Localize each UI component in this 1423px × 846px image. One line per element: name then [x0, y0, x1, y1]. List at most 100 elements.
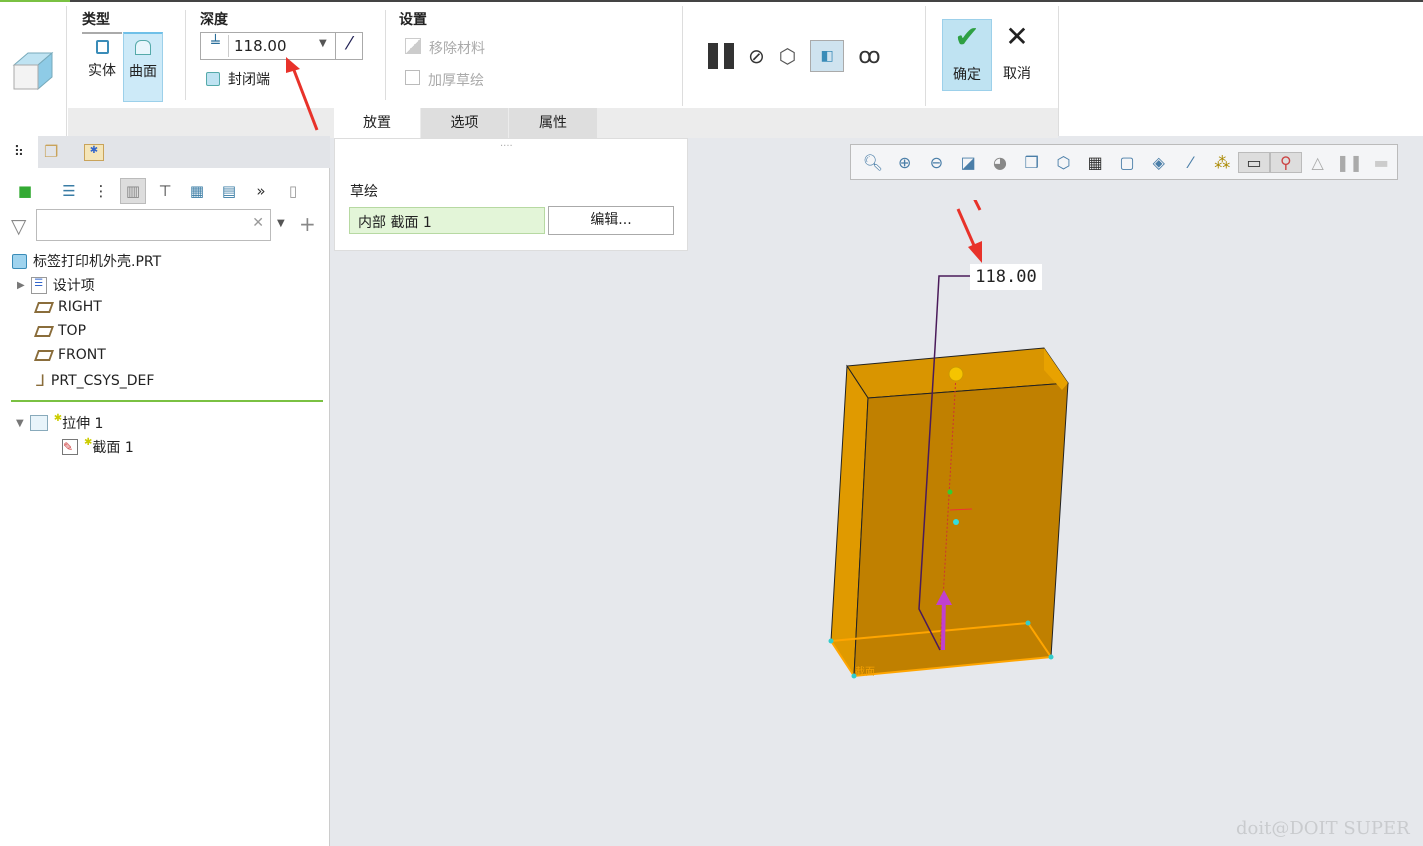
preview-icon[interactable]: ⬡: [779, 44, 796, 68]
clear-icon[interactable]: ✕: [252, 215, 264, 231]
datum-plane-icon: [33, 349, 55, 361]
edit-sketch-button[interactable]: 编辑...: [548, 206, 674, 235]
tree-filter-icon[interactable]: ⊤: [152, 178, 178, 204]
tree-item-right[interactable]: RIGHT: [33, 299, 102, 315]
tree-columns-icon[interactable]: ▦: [184, 178, 210, 204]
expand-tree-icon[interactable]: ☰: [56, 178, 82, 204]
filter-dropdown-icon[interactable]: ▼: [277, 218, 285, 229]
tree-item-label: 截面 1: [92, 440, 134, 456]
depth-dropdown-icon[interactable]: ▼: [319, 38, 327, 49]
favorites-tab[interactable]: ✱: [84, 144, 104, 161]
tree-search-input[interactable]: ✕: [36, 209, 271, 241]
ribbon: 类型 实体 曲面 深度 ╧ 118.00 ▼ ⁄ 封闭端 设置 移除材料 加厚草…: [0, 0, 1423, 138]
section-tag: 截面: [855, 667, 875, 678]
tree-item-design-items[interactable]: ▶ ☰ 设计项: [17, 275, 95, 295]
details-icon[interactable]: ▯: [280, 178, 306, 204]
tree-root-label: 标签打印机外壳.PRT: [33, 254, 162, 270]
add-filter-icon[interactable]: +: [299, 212, 316, 236]
collapse-arrow-icon[interactable]: ▼: [16, 418, 24, 429]
simulation-icon[interactable]: ▬: [1365, 153, 1397, 172]
capped-ends-option[interactable]: 封闭端: [206, 69, 270, 89]
tree-item-extrude[interactable]: ▼ ✱拉伸 1: [16, 413, 103, 433]
sketch-icon: ✎: [62, 439, 78, 455]
insert-indicator[interactable]: [11, 400, 323, 402]
named-views-icon[interactable]: ▢: [1111, 153, 1143, 172]
solid-button[interactable]: 实体: [82, 32, 122, 102]
csys-origin: [953, 519, 959, 525]
model-tree-tab[interactable]: ⠷: [0, 136, 38, 168]
thicken-sketch-checkbox[interactable]: [405, 70, 420, 85]
columns-icon[interactable]: ▥: [120, 178, 146, 204]
ok-label: 确定: [953, 67, 981, 83]
model-tree-panel: ⠷ ❐ ✱ ■ ☰ ⋮ ▥ ⊤ ▦ ▤ » ▯ ▽ ✕ ▼ + 标签打印机外壳.…: [0, 136, 330, 846]
appearance-icon[interactable]: ▦: [1079, 153, 1111, 172]
view-manager-icon[interactable]: ⬡: [1048, 153, 1080, 172]
tree-root[interactable]: 标签打印机外壳.PRT: [12, 251, 161, 271]
surface-button[interactable]: 曲面: [123, 32, 163, 102]
depth-value-input[interactable]: 118.00: [234, 37, 287, 55]
depth-group-title: 深度: [200, 12, 228, 28]
saved-orientations-icon[interactable]: ❒: [1016, 153, 1048, 172]
no-preview-icon[interactable]: ⊘: [748, 44, 765, 68]
datum-display-icon[interactable]: ⁄: [1175, 153, 1207, 172]
cancel-label: 取消: [1003, 66, 1031, 82]
tab-placement[interactable]: 放置: [334, 108, 420, 138]
ok-button[interactable]: ✔ 确定: [942, 19, 992, 91]
tab-properties[interactable]: 属性: [509, 108, 597, 138]
blind-depth-icon[interactable]: ╧: [203, 35, 229, 57]
tree-connection-icon[interactable]: ⚲: [1269, 151, 1302, 173]
tab-options[interactable]: 选项: [421, 108, 508, 138]
sketch-label: 草绘: [350, 184, 378, 200]
expand-arrow-icon[interactable]: ▶: [17, 280, 25, 291]
remove-material-icon: [405, 38, 421, 54]
tree-item-top[interactable]: TOP: [33, 323, 86, 339]
divider: [925, 6, 926, 106]
repaint-icon[interactable]: ◪: [952, 153, 984, 172]
tree-item-csys[interactable]: ⅃ PRT_CSYS_DEF: [36, 371, 154, 390]
verify-mode-icon[interactable]: ◧: [810, 40, 845, 72]
zoom-out-icon[interactable]: ⊖: [921, 153, 953, 172]
surface-icon: [135, 40, 151, 55]
divider: [66, 6, 67, 136]
tree-item-label: 设计项: [52, 278, 95, 294]
tree-item-front[interactable]: FRONT: [33, 347, 106, 363]
cancel-button[interactable]: ✕ 取消: [996, 19, 1038, 91]
tool-controls: ⊘ ⬡ ◧ ꝏ: [708, 40, 881, 72]
pause-button[interactable]: [708, 43, 734, 69]
section-collector[interactable]: 内部 截面 1: [349, 207, 545, 234]
collapse-tree-icon[interactable]: ⋮: [88, 178, 114, 204]
accent-bar: [0, 0, 70, 2]
display-style-icon[interactable]: ◕: [984, 153, 1016, 172]
drag-handle[interactable]: [948, 366, 964, 382]
more-icon[interactable]: »: [248, 178, 274, 204]
depth-dimension[interactable]: 118.00: [970, 264, 1042, 290]
flip-direction-icon[interactable]: ⁄: [335, 33, 363, 59]
spin-center-icon[interactable]: ▭: [1238, 151, 1270, 173]
annotation-arrow: [956, 208, 982, 263]
model-viewport[interactable]: [800, 200, 1100, 700]
extrude-front-face: [853, 382, 1069, 677]
vertex: [1048, 654, 1054, 660]
glasses-icon[interactable]: ꝏ: [858, 44, 880, 69]
annotation-icon[interactable]: △: [1302, 153, 1334, 172]
zoom-in-icon[interactable]: ⊕: [889, 153, 921, 172]
new-feature-icon: ✱: [53, 413, 63, 424]
folder-browser-tab[interactable]: ❐: [44, 142, 58, 161]
tree-item-section[interactable]: ✎ ✱截面 1: [62, 437, 134, 457]
settings-list-icon[interactable]: ▤: [216, 178, 242, 204]
placement-panel: ···· 草绘 内部 截面 1 编辑...: [334, 138, 688, 251]
remove-material-option[interactable]: 移除材料: [405, 38, 485, 58]
annotation-display-icon[interactable]: ⁂: [1206, 153, 1238, 172]
refit-icon[interactable]: 🔍︎: [857, 153, 889, 172]
solid-icon: [95, 40, 109, 54]
remove-material-label: 移除材料: [429, 41, 485, 57]
solid-label: 实体: [88, 63, 116, 79]
section-icon[interactable]: ◈: [1143, 153, 1175, 172]
model-display-icon[interactable]: ■: [12, 178, 38, 204]
tree-item-label: RIGHT: [58, 299, 102, 315]
pause-icon[interactable]: ❚❚: [1334, 153, 1366, 172]
type-group-title: 类型: [82, 12, 110, 28]
graphics-toolbar: 🔍︎ ⊕ ⊖ ◪ ◕ ❒ ⬡ ▦ ▢ ◈ ⁄ ⁂ ▭ ⚲ △ ❚❚ ▬: [850, 144, 1398, 180]
thicken-sketch-option[interactable]: 加厚草绘: [405, 70, 484, 90]
drag-handle[interactable]: ····: [500, 141, 513, 152]
